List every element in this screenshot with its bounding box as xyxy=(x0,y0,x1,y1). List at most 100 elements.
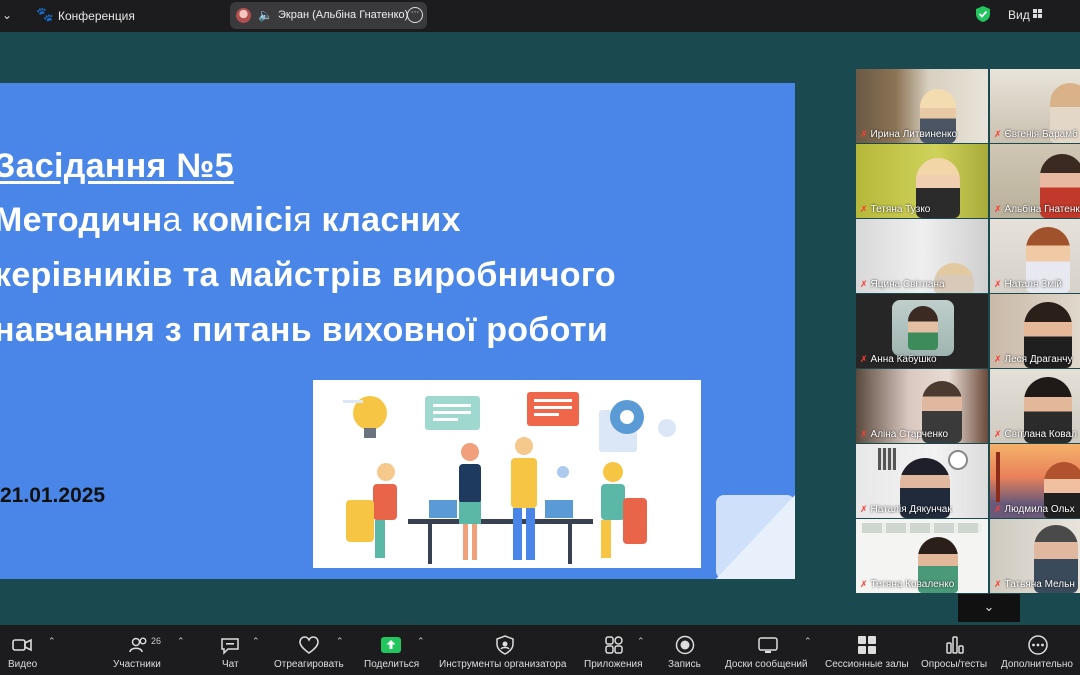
participant-tile-active-speaker[interactable]: ✗ Альбіна Гнатенко xyxy=(990,144,1080,218)
record-label: Запись xyxy=(668,659,701,670)
participant-tile[interactable]: ✗ Світлана Ковал xyxy=(990,369,1080,443)
participant-tile[interactable]: ✗ Людмила Ольх xyxy=(990,444,1080,518)
top-bar: ⌄ 🐾 Конференция 🔈 Экран (Альбіна Гнатенк… xyxy=(0,0,1080,32)
video-button[interactable]: ⌃ Видео xyxy=(0,625,60,675)
participant-tile[interactable]: ✗ Татьяна Мельн xyxy=(990,519,1080,593)
apps-icon xyxy=(605,636,623,654)
participant-name: Леся Драганчу xyxy=(1004,354,1073,365)
shared-screen-slide: Засідання №5 Методична комісія класних к… xyxy=(0,83,795,579)
muted-mic-icon: ✗ xyxy=(860,279,868,290)
chevron-down-icon[interactable]: ⌄ xyxy=(2,8,12,22)
slide-text-part: класних xyxy=(311,201,461,239)
host-tools-label: Инструменты организатора xyxy=(439,659,567,670)
speaker-icon[interactable]: 🔈 xyxy=(258,8,273,22)
apps-options-caret[interactable]: ⌃ xyxy=(637,637,645,647)
slide-corner-decoration xyxy=(716,495,795,579)
participant-tile[interactable]: ✗ Ирина Литвиненко xyxy=(856,69,988,143)
more-options-icon[interactable]: ··· xyxy=(407,7,423,23)
view-menu-button[interactable]: Вид xyxy=(1008,8,1030,22)
participant-tile[interactable]: ✗ Анна Кабушко xyxy=(856,294,988,368)
participant-name: Альбіна Гнатенко xyxy=(1004,204,1080,215)
muted-mic-icon: ✗ xyxy=(994,129,1002,140)
muted-mic-icon: ✗ xyxy=(994,579,1002,590)
participant-tile[interactable]: ✗ Наталія Дякунчак xyxy=(856,444,988,518)
breakout-rooms-button[interactable]: Сессионные залы xyxy=(823,625,913,675)
share-label: Поделиться xyxy=(364,659,420,670)
slide-text-part: я xyxy=(293,201,312,239)
participant-tile[interactable]: ✗ Леся Драганчу xyxy=(990,294,1080,368)
polls-button[interactable]: Опросы/тесты xyxy=(918,625,993,675)
gallery-expand-button[interactable]: ⌄ xyxy=(958,594,1020,622)
muted-mic-icon: ✗ xyxy=(994,204,1002,215)
react-label: Отреагировать xyxy=(274,659,344,670)
participant-name: Аліна Старченко xyxy=(870,429,949,440)
participant-name: Татьяна Мельн xyxy=(1004,579,1075,590)
grid-view-icon[interactable] xyxy=(1033,9,1042,18)
muted-mic-icon: ✗ xyxy=(860,504,868,515)
participant-name: Тетяна Коваленко xyxy=(870,579,955,590)
participant-tile[interactable]: ✗ Тетяна Тузко xyxy=(856,144,988,218)
screen-share-indicator[interactable]: 🔈 Экран (Альбіна Гнатенко) ··· xyxy=(230,2,427,29)
whiteboards-button[interactable]: ⌃ Доски сообщений xyxy=(723,625,818,675)
participant-tile[interactable]: ✗ Євгенія Барамб xyxy=(990,69,1080,143)
slide-text-part: Методичн xyxy=(0,201,163,239)
slide-title-line-4: навчання з питань виховної роботи xyxy=(0,311,609,349)
muted-mic-icon: ✗ xyxy=(994,429,1002,440)
participant-name: Євгенія Барамб xyxy=(1004,129,1078,140)
whiteboards-options-caret[interactable]: ⌃ xyxy=(804,637,812,647)
whiteboard-icon xyxy=(758,637,778,653)
participants-count: 26 xyxy=(151,636,162,646)
sharer-avatar xyxy=(236,8,251,23)
video-options-caret[interactable]: ⌃ xyxy=(48,637,56,647)
apps-label: Приложения xyxy=(584,659,643,670)
record-icon xyxy=(675,635,695,655)
breakout-rooms-label: Сессионные залы xyxy=(825,659,909,670)
meeting-toolbar: ⌃ Видео 26 ⌃ Участники ⌃ Чат ⌃ Отреагиро… xyxy=(0,625,1080,675)
encryption-shield-icon[interactable] xyxy=(975,5,991,23)
participants-button[interactable]: 26 ⌃ Участники xyxy=(108,625,188,675)
participant-name: Ирина Литвиненко xyxy=(870,129,958,140)
participant-name: Світлана Ковал xyxy=(1004,429,1077,440)
participants-icon xyxy=(129,637,147,653)
participants-label: Участники xyxy=(113,659,161,670)
react-button[interactable]: ⌃ Отреагировать xyxy=(272,625,352,675)
muted-mic-icon: ✗ xyxy=(994,354,1002,365)
share-screen-button[interactable]: ⌃ Поделиться xyxy=(360,625,430,675)
participant-name: Наталя Змій xyxy=(1004,279,1062,290)
record-button[interactable]: Запись xyxy=(665,625,709,675)
meeting-info-icon[interactable]: 🐾 xyxy=(36,7,53,23)
participant-name: Наталія Дякунчак xyxy=(870,504,952,515)
more-button[interactable]: Дополнительно xyxy=(998,625,1080,675)
react-options-caret[interactable]: ⌃ xyxy=(336,637,344,647)
muted-mic-icon: ✗ xyxy=(860,429,868,440)
participants-options-caret[interactable]: ⌃ xyxy=(177,637,185,647)
muted-mic-icon: ✗ xyxy=(860,579,868,590)
chat-options-caret[interactable]: ⌃ xyxy=(252,637,260,647)
chat-bubble-icon xyxy=(221,638,239,655)
participant-gallery: ✗ Ирина Литвиненко ✗ Євгенія Барамб ✗ Тетян… xyxy=(856,69,1080,594)
window-title: Конференция xyxy=(58,9,135,23)
participant-tile[interactable]: ✗ Наталя Змій xyxy=(990,219,1080,293)
muted-mic-icon: ✗ xyxy=(994,279,1002,290)
whiteboards-label: Доски сообщений xyxy=(725,659,808,670)
muted-mic-icon: ✗ xyxy=(860,354,868,365)
muted-mic-icon: ✗ xyxy=(860,204,868,215)
chat-button[interactable]: ⌃ Чат xyxy=(215,625,265,675)
teamwork-illustration xyxy=(313,380,701,568)
host-tools-button[interactable]: Инструменты организатора xyxy=(437,625,577,675)
slide-title-line-3: керівників та майстрів виробничого xyxy=(0,256,616,294)
chat-label: Чат xyxy=(222,659,239,670)
slide-heading: Засідання №5 xyxy=(0,147,234,185)
share-screen-icon xyxy=(381,637,401,653)
polls-chart-icon xyxy=(946,636,964,654)
video-camera-icon xyxy=(12,638,32,652)
more-options-icon xyxy=(1028,635,1048,655)
share-options-caret[interactable]: ⌃ xyxy=(417,637,425,647)
slide-date: 21.01.2025 xyxy=(0,484,106,507)
participant-tile[interactable]: ✗ Яцина Світлана xyxy=(856,219,988,293)
apps-button[interactable]: ⌃ Приложения xyxy=(582,625,652,675)
participant-tile[interactable]: ✗ Тетяна Коваленко xyxy=(856,519,988,593)
muted-mic-icon: ✗ xyxy=(860,129,868,140)
participant-tile[interactable]: ✗ Аліна Старченко xyxy=(856,369,988,443)
participant-name: Людмила Ольх xyxy=(1004,504,1075,515)
